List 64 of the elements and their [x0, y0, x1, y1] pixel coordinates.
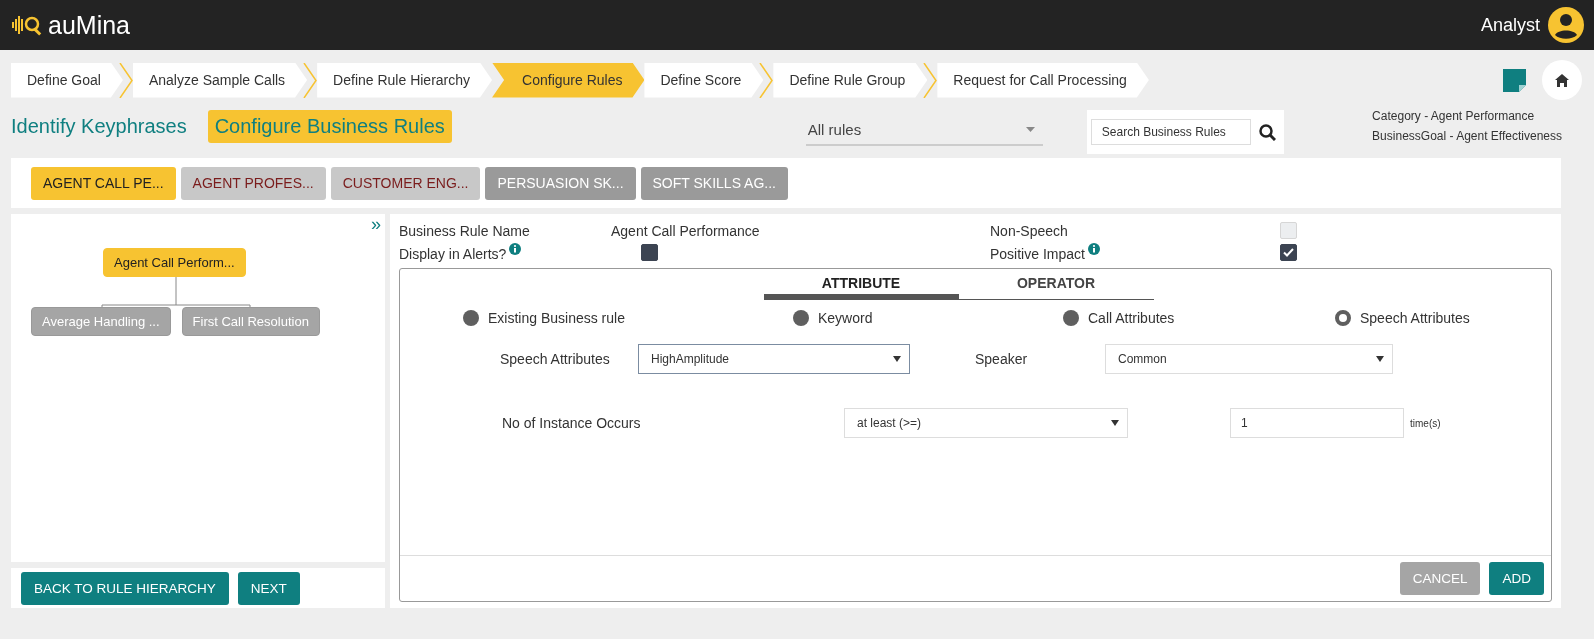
radio-label: Existing Business rule — [488, 310, 625, 326]
unit-label: time(s) — [1410, 417, 1441, 429]
speech-attribute-select[interactable]: HighAmplitude — [638, 344, 910, 374]
info-text: BusinessGoal - Agent Effectiveness — [1372, 129, 1562, 143]
editor-tab[interactable]: OPERATOR — [958, 273, 1154, 300]
radio-button[interactable] — [463, 310, 479, 326]
search-field[interactable]: Search Business Rules — [1090, 119, 1251, 145]
rule-group-tab[interactable]: AGENT PROFES... — [180, 166, 326, 200]
action-button[interactable]: ADD — [1489, 562, 1544, 595]
field-label: Speech Attributes — [500, 351, 611, 367]
field-label: Speaker — [975, 351, 1029, 367]
operator-select[interactable]: at least (>=) — [844, 408, 1128, 438]
info-icon — [509, 243, 522, 255]
radio-label: Call Attributes — [1088, 310, 1175, 326]
positive-impact-checkbox[interactable] — [1280, 244, 1297, 261]
alerts-checkbox[interactable] — [641, 244, 658, 261]
rules-filter[interactable]: All rules — [805, 114, 1043, 146]
user-name: Analyst — [1480, 14, 1540, 36]
field-label: Business Rule Name — [399, 222, 531, 239]
nav-button[interactable]: NEXT — [237, 571, 300, 605]
non-speech-checkbox[interactable] — [1280, 222, 1297, 239]
expand-toggle[interactable]: » — [371, 214, 381, 235]
info-text: Category - Agent Performance — [1372, 109, 1536, 123]
caret-icon — [1376, 356, 1384, 362]
check-icon — [1283, 248, 1294, 257]
step-tab[interactable]: Analyze Sample Calls — [132, 62, 308, 98]
radio-button[interactable] — [793, 310, 809, 326]
radio-label: Speech Attributes — [1360, 310, 1470, 326]
field-label: Positive Impact — [990, 243, 1280, 262]
avatar-icon[interactable] — [1548, 7, 1584, 43]
caret-icon — [1111, 420, 1119, 426]
step-tab[interactable]: Define Goal — [11, 62, 123, 98]
home-icon — [1555, 73, 1569, 87]
step-tab[interactable]: Configure Rules — [492, 62, 645, 98]
nav-button[interactable]: BACK TO RULE HIERARCHY — [21, 571, 229, 605]
home-button[interactable] — [1542, 60, 1582, 100]
chevron-icon — [303, 62, 318, 98]
page-tab[interactable]: Identify Keyphrases — [11, 110, 194, 143]
rule-name: Agent Call Performance — [611, 222, 761, 239]
radio-button[interactable] — [1063, 310, 1079, 326]
radio-button[interactable] — [1335, 310, 1351, 326]
field-label: Display in Alerts? — [399, 243, 611, 262]
chevron-icon — [923, 62, 938, 98]
field-label: No of Instance Occurs — [502, 415, 642, 431]
note-icon[interactable] — [1503, 68, 1526, 92]
step-tab[interactable]: Define Rule Hierarchy — [317, 62, 493, 98]
search-icon[interactable] — [1258, 123, 1276, 141]
logo-text: auMina — [48, 10, 130, 40]
info-icon — [1087, 243, 1100, 255]
rule-group-tab[interactable]: AGENT CALL PE... — [31, 166, 176, 200]
step-tab[interactable]: Define Score — [644, 62, 764, 98]
step-tab[interactable]: Define Rule Group — [773, 62, 928, 98]
count-field[interactable]: 1 — [1230, 408, 1404, 438]
tree-node[interactable]: Agent Call Perform... — [103, 248, 246, 277]
caret-icon — [893, 356, 901, 362]
chevron-icon — [759, 62, 774, 98]
rule-group-tab[interactable]: CUSTOMER ENG... — [330, 166, 481, 200]
step-tab[interactable]: Request for Call Processing — [937, 62, 1149, 98]
caret-icon — [1025, 126, 1035, 132]
field-label: Non-Speech — [990, 222, 1069, 239]
chevron-icon — [118, 62, 133, 98]
speaker-select[interactable]: Common — [1105, 344, 1393, 374]
editor-tab[interactable]: ATTRIBUTE — [763, 273, 959, 300]
radio-label: Keyword — [818, 310, 873, 326]
